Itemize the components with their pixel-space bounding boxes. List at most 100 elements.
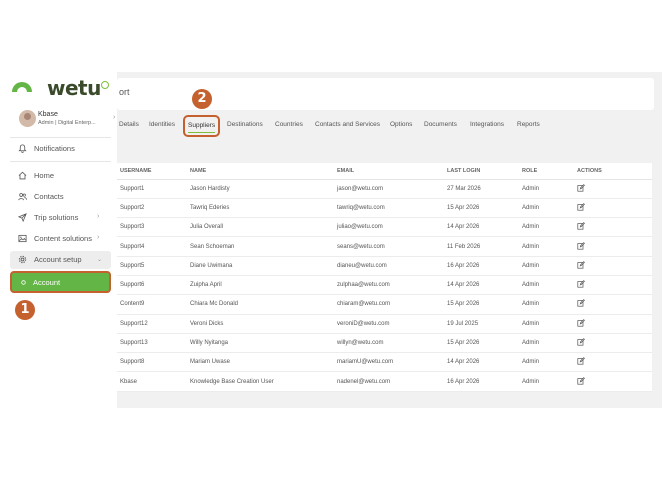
home-icon (18, 171, 27, 180)
cell-actions (574, 236, 652, 257)
active-tab-underline (188, 132, 216, 133)
cell-username: Support12 (117, 314, 187, 334)
cell-name: Diane Uwimana (187, 256, 334, 276)
tab-suppliers[interactable]: Suppliers (183, 115, 221, 137)
edit-icon[interactable] (577, 318, 585, 327)
table-row[interactable]: Support4 Sean Schoeman seans@wetu.com 11 Fe… (117, 236, 652, 257)
cell-role: Admin (519, 217, 574, 238)
cell-last-login: 15 Apr 2026 (444, 294, 519, 315)
cell-last-login: 14 Apr 2026 (444, 217, 519, 238)
cell-name: Sean Schoeman (187, 236, 334, 257)
sidebar-item-contacts[interactable]: Contacts (10, 188, 111, 206)
edit-icon[interactable] (577, 222, 585, 230)
table-header-row: USERNAME NAME EMAIL LAST LOGIN ROLE ACTI… (117, 163, 652, 180)
table-row[interactable]: Support1 Jason Hardisty jason@wetu.com 27 M… (117, 179, 652, 199)
sidebar-item-label: Trip solutions (34, 213, 79, 222)
chevron-right-icon: › (97, 213, 100, 220)
edit-icon[interactable] (577, 299, 585, 307)
cell-email: jason@wetu.com (334, 179, 444, 199)
edit-icon[interactable] (577, 261, 585, 269)
tab-details[interactable]: Details (117, 117, 141, 133)
edit-icon[interactable] (577, 241, 585, 250)
column-header-username[interactable]: USERNAME (117, 163, 187, 180)
edit-icon[interactable] (577, 203, 585, 211)
cell-email: willyn@wetu.com (334, 333, 444, 354)
cell-role: Admin (519, 314, 574, 334)
chevron-right-icon: › (113, 114, 116, 121)
cell-name: Julia Overall (187, 217, 334, 238)
logo-arch-icon (12, 82, 32, 92)
tab-destinations[interactable]: Destinations (225, 117, 265, 133)
send-icon (18, 213, 27, 222)
table-row[interactable]: Support3 Julia Overall juliao@wetu.com 14 A… (117, 217, 652, 238)
sidebar-item-label: Account (33, 278, 61, 287)
edit-icon[interactable] (577, 357, 585, 365)
tab-reports[interactable]: Reports (515, 117, 542, 133)
table-row[interactable]: Support12 Veroni Dicks veroniD@wetu.com 19 … (117, 314, 652, 334)
avatar (19, 110, 36, 127)
sidebar-item-home[interactable]: Home (10, 167, 111, 185)
tab-countries[interactable]: Countries (273, 117, 305, 133)
cell-email: nadenel@wetu.com (334, 371, 444, 392)
tab-suppliers-label: Suppliers (188, 122, 216, 129)
user-profile[interactable]: Kbase Admin | Digital Enterp... › (16, 110, 115, 132)
cell-role: Admin (519, 294, 574, 315)
cell-actions (574, 294, 652, 315)
edit-icon[interactable] (577, 280, 585, 288)
table-row[interactable]: Support5 Diane Uwimana dianeu@wetu.com 16 A… (117, 256, 652, 276)
users-table-card: USERNAME NAME EMAIL LAST LOGIN ROLE ACTI… (117, 163, 652, 392)
edit-icon[interactable] (577, 376, 585, 385)
column-header-name[interactable]: NAME (187, 163, 334, 180)
edit-icon[interactable] (577, 338, 585, 346)
cell-name: Veroni Dicks (187, 314, 334, 334)
users-table: USERNAME NAME EMAIL LAST LOGIN ROLE ACTI… (117, 163, 652, 392)
chevron-down-icon: ⌄ (97, 257, 103, 263)
logo-text: wetu (47, 76, 101, 100)
sidebar-item-account-setup[interactable]: Account setup ⌄ (10, 251, 111, 269)
cell-email: tawriq@wetu.com (334, 198, 444, 219)
cell-role: Admin (519, 333, 574, 354)
bell-icon (18, 144, 27, 153)
cell-username: Support5 (117, 256, 187, 276)
cell-last-login: 14 Apr 2026 (444, 275, 519, 296)
wetu-logo[interactable]: wetu (10, 76, 120, 100)
gear-icon (18, 255, 27, 264)
cell-actions (574, 333, 652, 354)
cell-name: Mariam Uwase (187, 352, 334, 373)
tab-options[interactable]: Options (388, 117, 414, 133)
table-row[interactable]: Support8 Mariam Uwase mariamU@wetu.com 14 A… (117, 352, 652, 373)
cell-actions (574, 217, 652, 238)
cell-role: Admin (519, 256, 574, 276)
cell-actions (574, 179, 652, 199)
cell-role: Admin (519, 198, 574, 219)
tab-contacts-and-services[interactable]: Contacts and Services (313, 117, 382, 133)
sidebar-divider (10, 137, 111, 138)
tab-documents[interactable]: Documents (422, 117, 459, 133)
edit-icon[interactable] (577, 183, 585, 192)
tab-identities[interactable]: Identities (147, 117, 177, 133)
table-row[interactable]: Content9 Chiara Mc Donald chiaram@wetu.com… (117, 294, 652, 315)
image-icon (18, 234, 27, 243)
sidebar-item-content-solutions[interactable]: Content solutions › (10, 230, 111, 248)
cell-username: Support3 (117, 217, 187, 238)
cell-email: veroniD@wetu.com (334, 314, 444, 334)
column-header-email[interactable]: EMAIL (334, 163, 444, 180)
tab-integrations[interactable]: Integrations (468, 117, 506, 133)
sidebar-item-label: Account setup (34, 255, 82, 264)
step-badge-1: 1 (15, 300, 35, 320)
cell-name: Willy Nyitanga (187, 333, 334, 354)
sidebar-item-account[interactable]: Account (10, 271, 111, 293)
table-row[interactable]: Kbase Knowledge Base Creation User nadenel… (117, 371, 652, 392)
sidebar-item-label: Notifications (34, 144, 75, 153)
sidebar-item-notifications[interactable]: Notifications (10, 140, 111, 158)
table-row[interactable]: Support6 Zuipha April zulphaa@wetu.com 14 A… (117, 275, 652, 296)
column-header-role[interactable]: ROLE (519, 163, 574, 180)
table-row[interactable]: Support2 Tawriq Ederies tawriq@wetu.com 15 … (117, 198, 652, 219)
cell-actions (574, 198, 652, 219)
column-header-last-login[interactable]: LAST LOGIN (444, 163, 519, 180)
cell-name: Chiara Mc Donald (187, 294, 334, 315)
table-row[interactable]: Support13 Willy Nyitanga willyn@wetu.com 15… (117, 333, 652, 354)
cell-email: chiaram@wetu.com (334, 294, 444, 315)
cell-actions (574, 314, 652, 334)
sidebar-item-trip-solutions[interactable]: Trip solutions › (10, 209, 111, 227)
